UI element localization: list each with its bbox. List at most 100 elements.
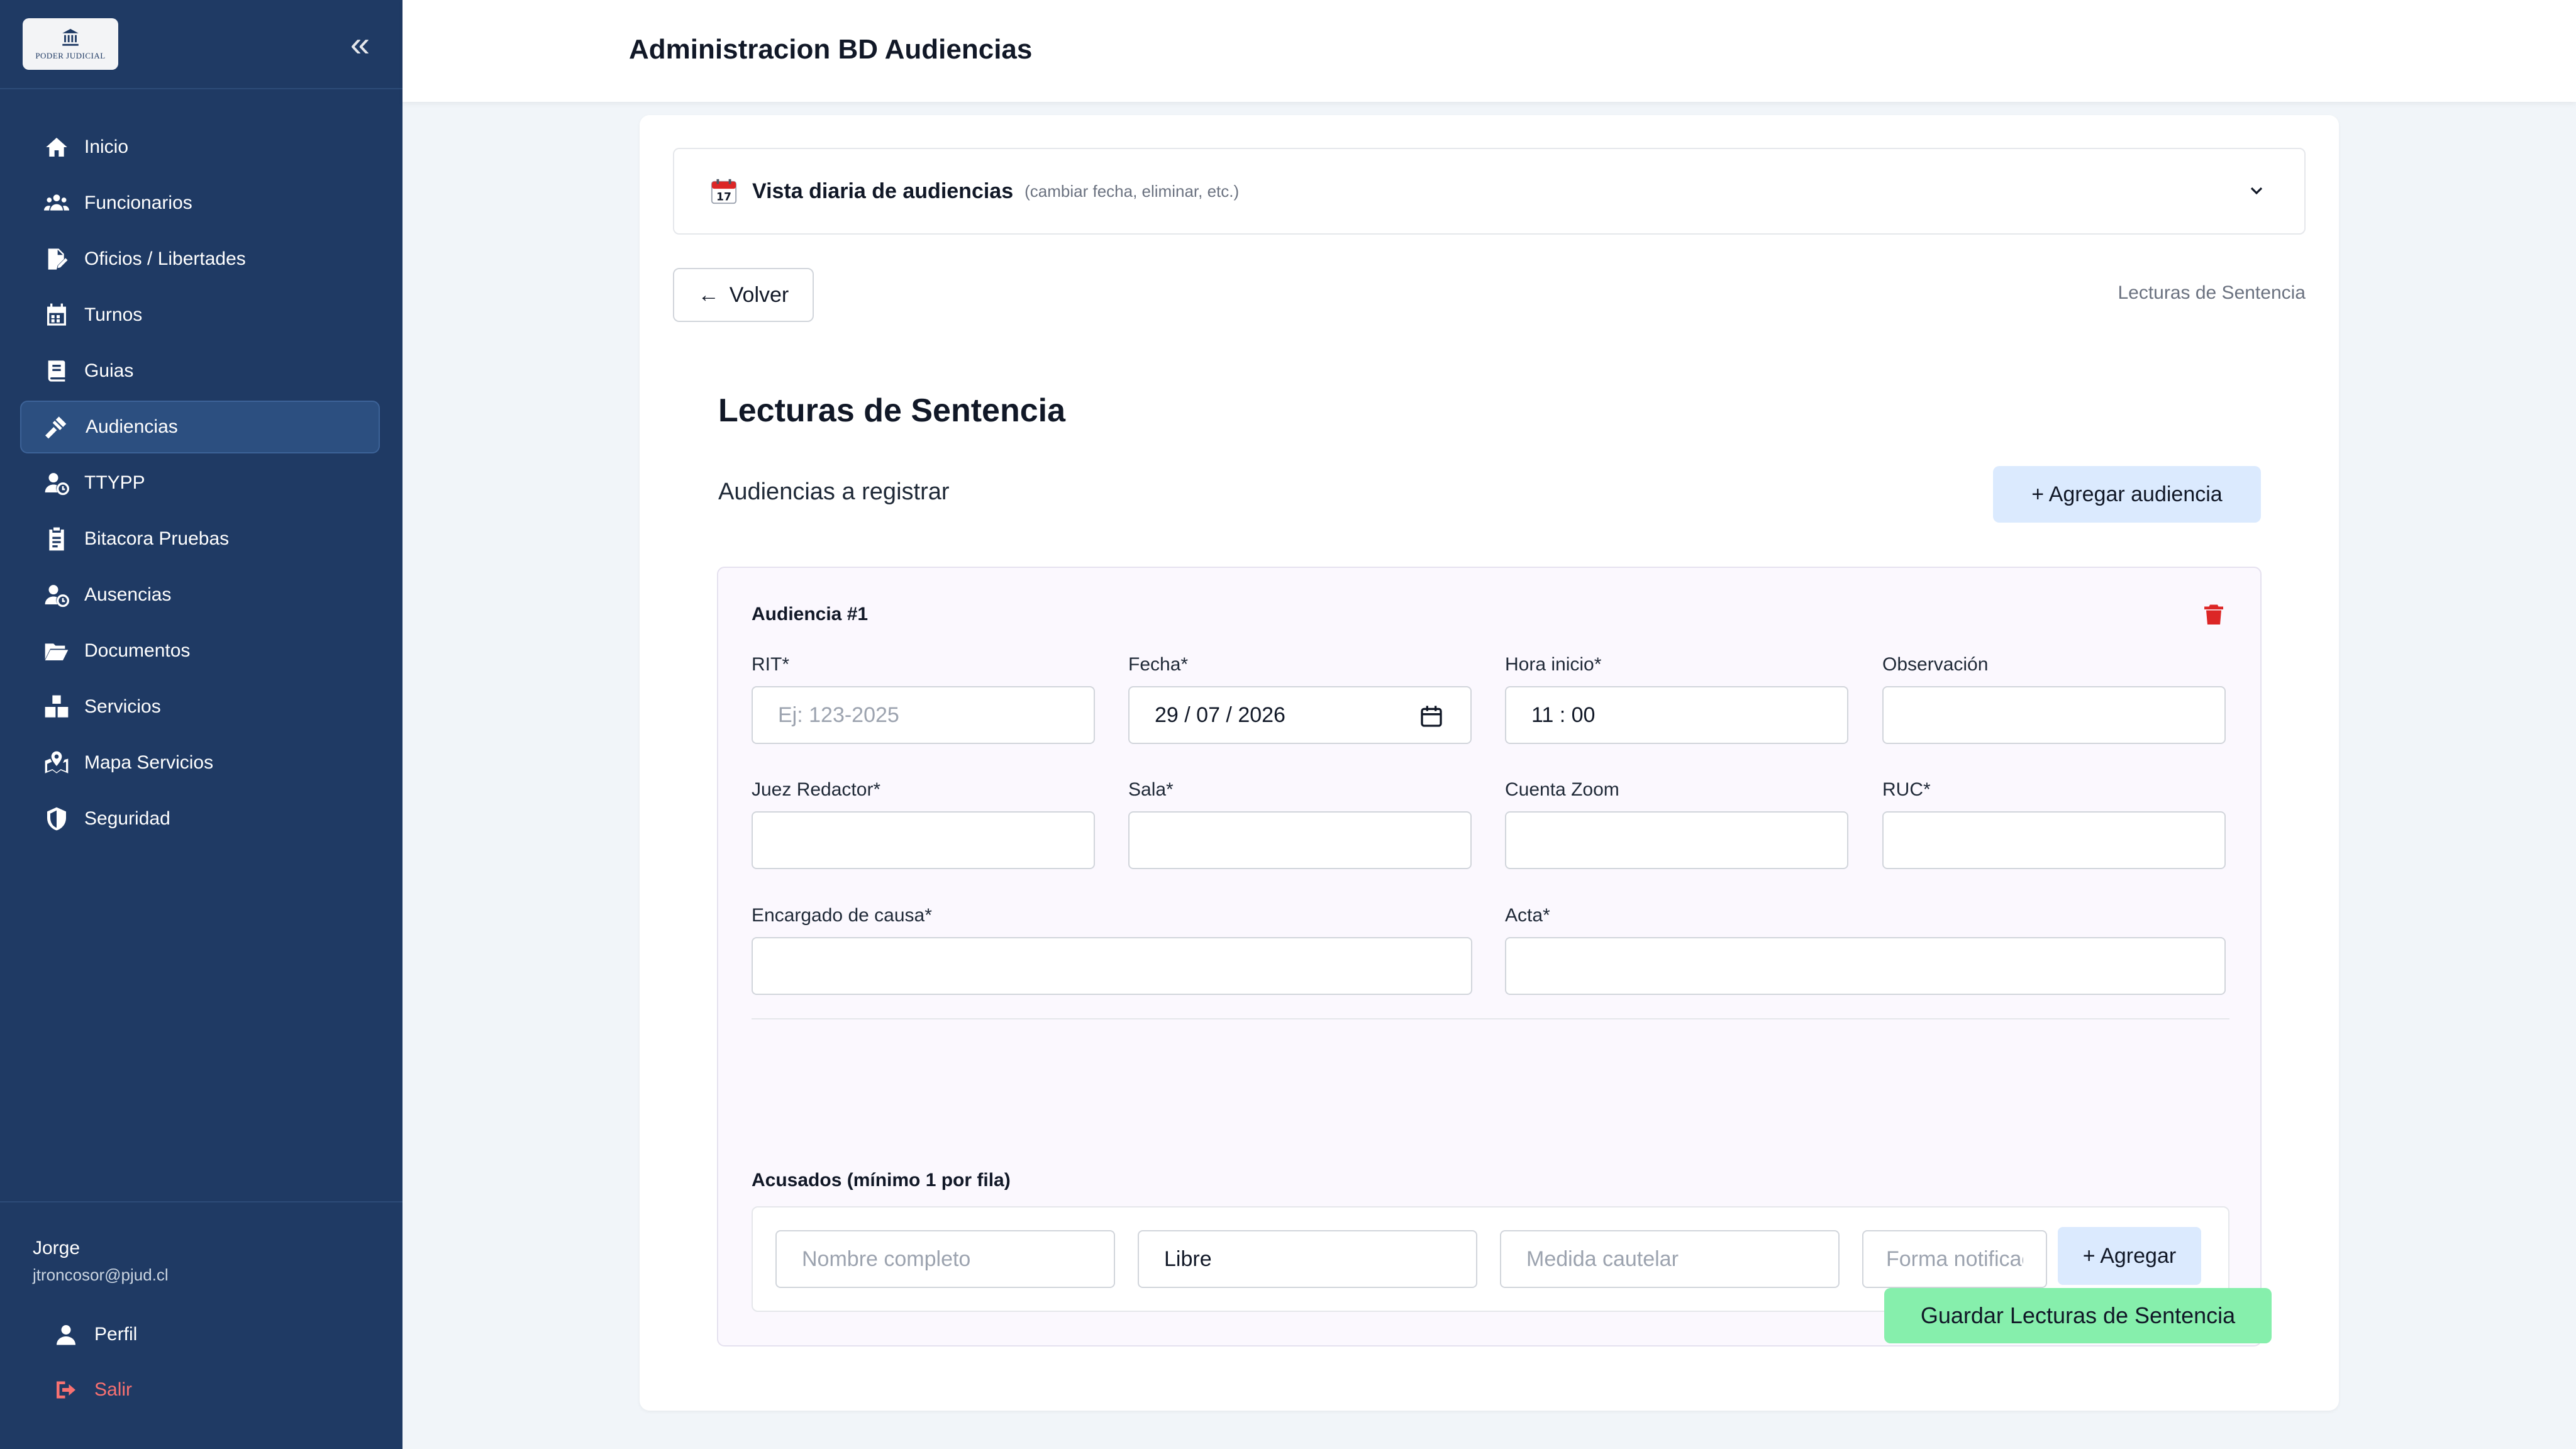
acusado-estado-value: Libre [1164,1246,1212,1271]
user-clock-icon [43,469,70,497]
section-subtitle: Audiencias a registrar [718,479,950,505]
sidebar-item-bitacora-pruebas[interactable]: Bitacora Pruebas [20,513,380,565]
add-audiencia-button[interactable]: + Agregar audiencia [1993,466,2261,523]
arrow-left-icon: ← [697,282,719,307]
user-name: Jorge [33,1238,80,1258]
zoom-input[interactable] [1505,811,1848,869]
acusado-estado-input[interactable]: Libre [1138,1230,1477,1288]
collapse-sidebar-icon[interactable]: « [350,26,370,62]
logout-link[interactable]: Salir [53,1371,132,1409]
sidebar-item-seguridad[interactable]: Seguridad [20,792,380,845]
sidebar-item-funcionarios[interactable]: Funcionarios [20,177,380,230]
users-icon [43,189,70,217]
sidebar-item-ausencias[interactable]: Ausencias [20,569,380,621]
sidebar-header: PODER JUDICIAL « [0,0,402,89]
encargado-input[interactable] [752,937,1472,995]
sidebar-item-label: Turnos [84,304,143,325]
sidebar-item-label: Inicio [84,136,129,157]
observacion-label: Observación [1882,654,1989,675]
sidebar-item-documentos[interactable]: Documentos [20,625,380,677]
section-title: Lecturas de Sentencia [718,392,1065,429]
encargado-label: Encargado de causa* [752,905,932,926]
sidebar-item-label: Ausencias [84,584,172,605]
hora-value: 11 : 00 [1531,702,1596,727]
sidebar-item-label: Documentos [84,640,191,661]
user-email: jtroncosor@pjud.cl [33,1265,169,1284]
audiencia-title: Audiencia #1 [752,604,869,625]
logo-text: PODER JUDICIAL [35,51,106,60]
juez-input[interactable] [752,811,1095,869]
page-title: Administracion BD Audiencias [629,34,1033,65]
sidebar-item-label: Oficios / Libertades [84,248,246,269]
hora-input[interactable]: 11 : 00 [1505,686,1848,744]
folder-open-icon [43,637,70,665]
profile-link[interactable]: Perfil [53,1316,137,1353]
poder-judicial-logo[interactable]: PODER JUDICIAL [23,18,118,70]
sidebar-item-label: Bitacora Pruebas [84,528,230,549]
user-clock-icon [43,581,70,609]
sidebar-item-guias[interactable]: Guias [20,345,380,397]
logout-label: Salir [94,1379,133,1400]
audiencia-panel: Audiencia #1 RIT* Fecha* 29 / 07 / 2026 … [717,567,2262,1346]
sidebar-item-label: Mapa Servicios [84,752,214,773]
sidebar-item-label: Audiencias [86,416,178,437]
acusados-label: Acusados (mínimo 1 por fila) [752,1170,1011,1191]
home-icon [43,133,70,161]
profile-label: Perfil [94,1324,138,1345]
main-card: 17 Vista diaria de audiencias (cambiar f… [640,115,2339,1411]
sidebar-item-turnos[interactable]: Turnos [20,289,380,341]
observacion-input[interactable] [1882,686,2226,744]
boxes-icon [43,693,70,721]
accordion-hint: (cambiar fecha, eliminar, etc.) [1024,181,1240,201]
trash-icon[interactable] [2202,602,2225,628]
shield-icon [43,805,70,833]
sidebar-item-audiencias[interactable]: Audiencias [20,401,380,453]
zoom-label: Cuenta Zoom [1505,779,1619,800]
ruc-input[interactable] [1882,811,2226,869]
rit-input[interactable] [752,686,1095,744]
hora-label: Hora inicio* [1505,654,1602,675]
fecha-value: 29 / 07 / 2026 [1155,702,1285,727]
medida-cautelar-input[interactable] [1500,1230,1840,1288]
sidebar-item-label: Funcionarios [84,192,192,213]
rit-label: RIT* [752,654,789,675]
gavel-icon [44,413,72,441]
sidebar-item-ttypp[interactable]: TTYPP [20,457,380,509]
sidebar-item-inicio[interactable]: Inicio [20,121,380,174]
chevron-down-icon [2250,187,2263,195]
sign-out-icon [53,1379,79,1401]
accordion-title: Vista diaria de audiencias [752,179,1014,203]
add-acusado-button[interactable]: + Agregar [2058,1227,2201,1285]
fecha-label: Fecha* [1128,654,1189,675]
sidebar-item-label: Seguridad [84,808,170,829]
ruc-label: RUC* [1882,779,1931,800]
sidebar: PODER JUDICIAL « Inicio Funcionarios Ofi… [0,0,402,1449]
acta-label: Acta* [1505,905,1550,926]
sidebar-nav: Inicio Funcionarios Oficios / Libertades… [0,89,402,831]
book-icon [43,357,70,385]
save-lecturas-button[interactable]: Guardar Lecturas de Sentencia [1884,1288,2272,1343]
fecha-input[interactable]: 29 / 07 / 2026 [1128,686,1472,744]
clipboard-icon [43,525,70,553]
acusado-nombre-input[interactable] [775,1230,1115,1288]
daily-view-accordion[interactable]: 17 Vista diaria de audiencias (cambiar f… [673,148,2306,235]
forma-notificacion-input[interactable] [1862,1230,2047,1288]
calendar-picker-icon[interactable] [1419,704,1444,729]
panel-divider [752,1018,2229,1019]
file-signature-icon [43,245,70,273]
back-button[interactable]: ← Volver [673,268,814,322]
sala-input[interactable] [1128,811,1472,869]
sidebar-item-oficios[interactable]: Oficios / Libertades [20,233,380,286]
map-marked-icon [43,749,70,777]
acta-input[interactable] [1505,937,2226,995]
sidebar-item-label: Guias [84,360,134,381]
calendar-icon: 17 [711,179,737,204]
svg-text:17: 17 [716,191,731,203]
juez-label: Juez Redactor* [752,779,881,800]
sala-label: Sala* [1128,779,1174,800]
top-header: Administracion BD Audiencias [402,0,2576,102]
sidebar-item-servicios[interactable]: Servicios [20,680,380,733]
sidebar-item-mapa-servicios[interactable]: Mapa Servicios [20,736,380,789]
back-label: Volver [729,282,789,307]
breadcrumb: Lecturas de Sentencia [2118,282,2306,303]
